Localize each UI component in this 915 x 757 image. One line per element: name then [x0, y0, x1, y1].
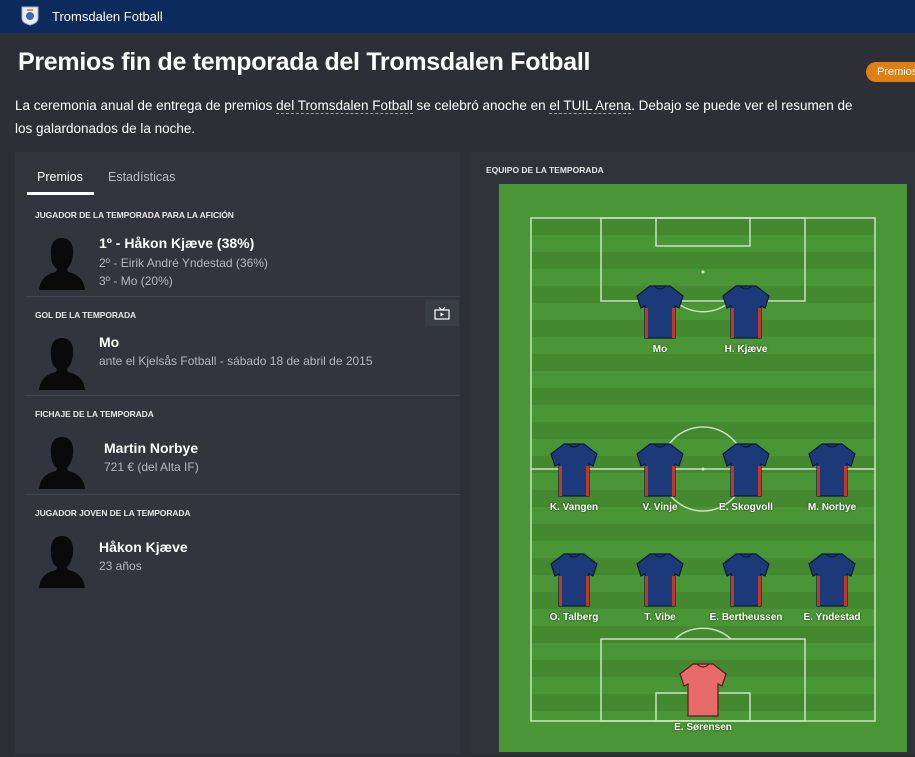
watch-goal-button[interactable]	[425, 300, 459, 326]
club-crest-icon[interactable]	[21, 6, 39, 26]
player-silhouette-icon	[39, 238, 85, 290]
shirt-icon	[636, 553, 684, 607]
active-tab-indicator	[27, 192, 94, 195]
tab-estadisticas[interactable]: Estadísticas	[108, 170, 175, 184]
shirt-icon	[550, 553, 598, 607]
award-third[interactable]: 3º - Mo (20%)	[99, 274, 173, 288]
award-runner-up[interactable]: 2º - Eirik André Yndestad (36%)	[99, 256, 268, 270]
player-name: E. Sørensen	[674, 722, 732, 733]
awards-pill[interactable]: Premios	[866, 62, 915, 82]
player-name: E. Yndestad	[803, 612, 861, 623]
shirt-icon	[722, 285, 770, 339]
award-detail[interactable]: 23 años	[99, 559, 142, 573]
award-detail[interactable]: 721 € (del Alta IF)	[104, 460, 199, 474]
club-name[interactable]: Tromsdalen Fotball	[52, 9, 163, 24]
award-heading: GOL DE LA TEMPORADA	[35, 310, 137, 320]
shirt-icon	[636, 443, 684, 497]
pitch: Mo H. Kjæve K. Vangen V. Vinje E. Skogvo…	[499, 184, 907, 752]
shirt-icon	[722, 443, 770, 497]
intro-part: los galardonados de la noche.	[15, 121, 196, 136]
shirt-icon	[722, 553, 770, 607]
shirt-icon	[808, 553, 856, 607]
divider	[25, 494, 460, 495]
award-winner[interactable]: Mo	[99, 334, 119, 350]
award-heading: FICHAJE DE LA TEMPORADA	[35, 409, 154, 419]
intro-part: La ceremonia anual de entrega de premios	[15, 98, 277, 113]
divider	[25, 395, 460, 396]
intro-part: se celebró anoche en	[412, 98, 550, 113]
player-silhouette-icon	[39, 536, 85, 588]
goalkeeper-shirt-icon	[679, 663, 727, 717]
award-winner[interactable]: 1º - Håkon Kjæve (38%)	[99, 235, 254, 251]
award-winner[interactable]: Martin Norbye	[104, 440, 198, 456]
award-heading: JUGADOR JOVEN DE LA TEMPORADA	[35, 508, 191, 518]
stadium-link[interactable]: el TUIL Arena	[549, 98, 632, 114]
tab-premios[interactable]: Premios	[37, 170, 83, 184]
award-heading: JUGADOR DE LA TEMPORADA PARA LA AFICIÓN	[35, 210, 234, 220]
player-name: M. Norbye	[807, 502, 857, 513]
player-name: H. Kjæve	[724, 344, 768, 355]
shirt-icon	[808, 443, 856, 497]
top-bar: Tromsdalen Fotball	[0, 0, 915, 33]
intro-text: La ceremonia anual de entrega de premios…	[15, 94, 915, 140]
page-title: Premios fin de temporada del Tromsdalen …	[18, 48, 591, 76]
shirt-icon	[550, 443, 598, 497]
intro-part: . Debajo se puede ver el resumen de	[631, 98, 853, 113]
team-heading: EQUIPO DE LA TEMPORADA	[486, 165, 604, 175]
tv-icon	[434, 306, 450, 320]
divider	[25, 296, 460, 297]
player-silhouette-icon	[39, 338, 85, 390]
award-detail[interactable]: ante el Kjelsås Fotball - sábado 18 de a…	[99, 354, 373, 368]
shirt-icon	[636, 285, 684, 339]
club-link[interactable]: del Tromsdalen Fotball	[276, 98, 413, 114]
award-winner[interactable]: Håkon Kjæve	[99, 539, 188, 555]
player-silhouette-icon	[39, 437, 85, 489]
